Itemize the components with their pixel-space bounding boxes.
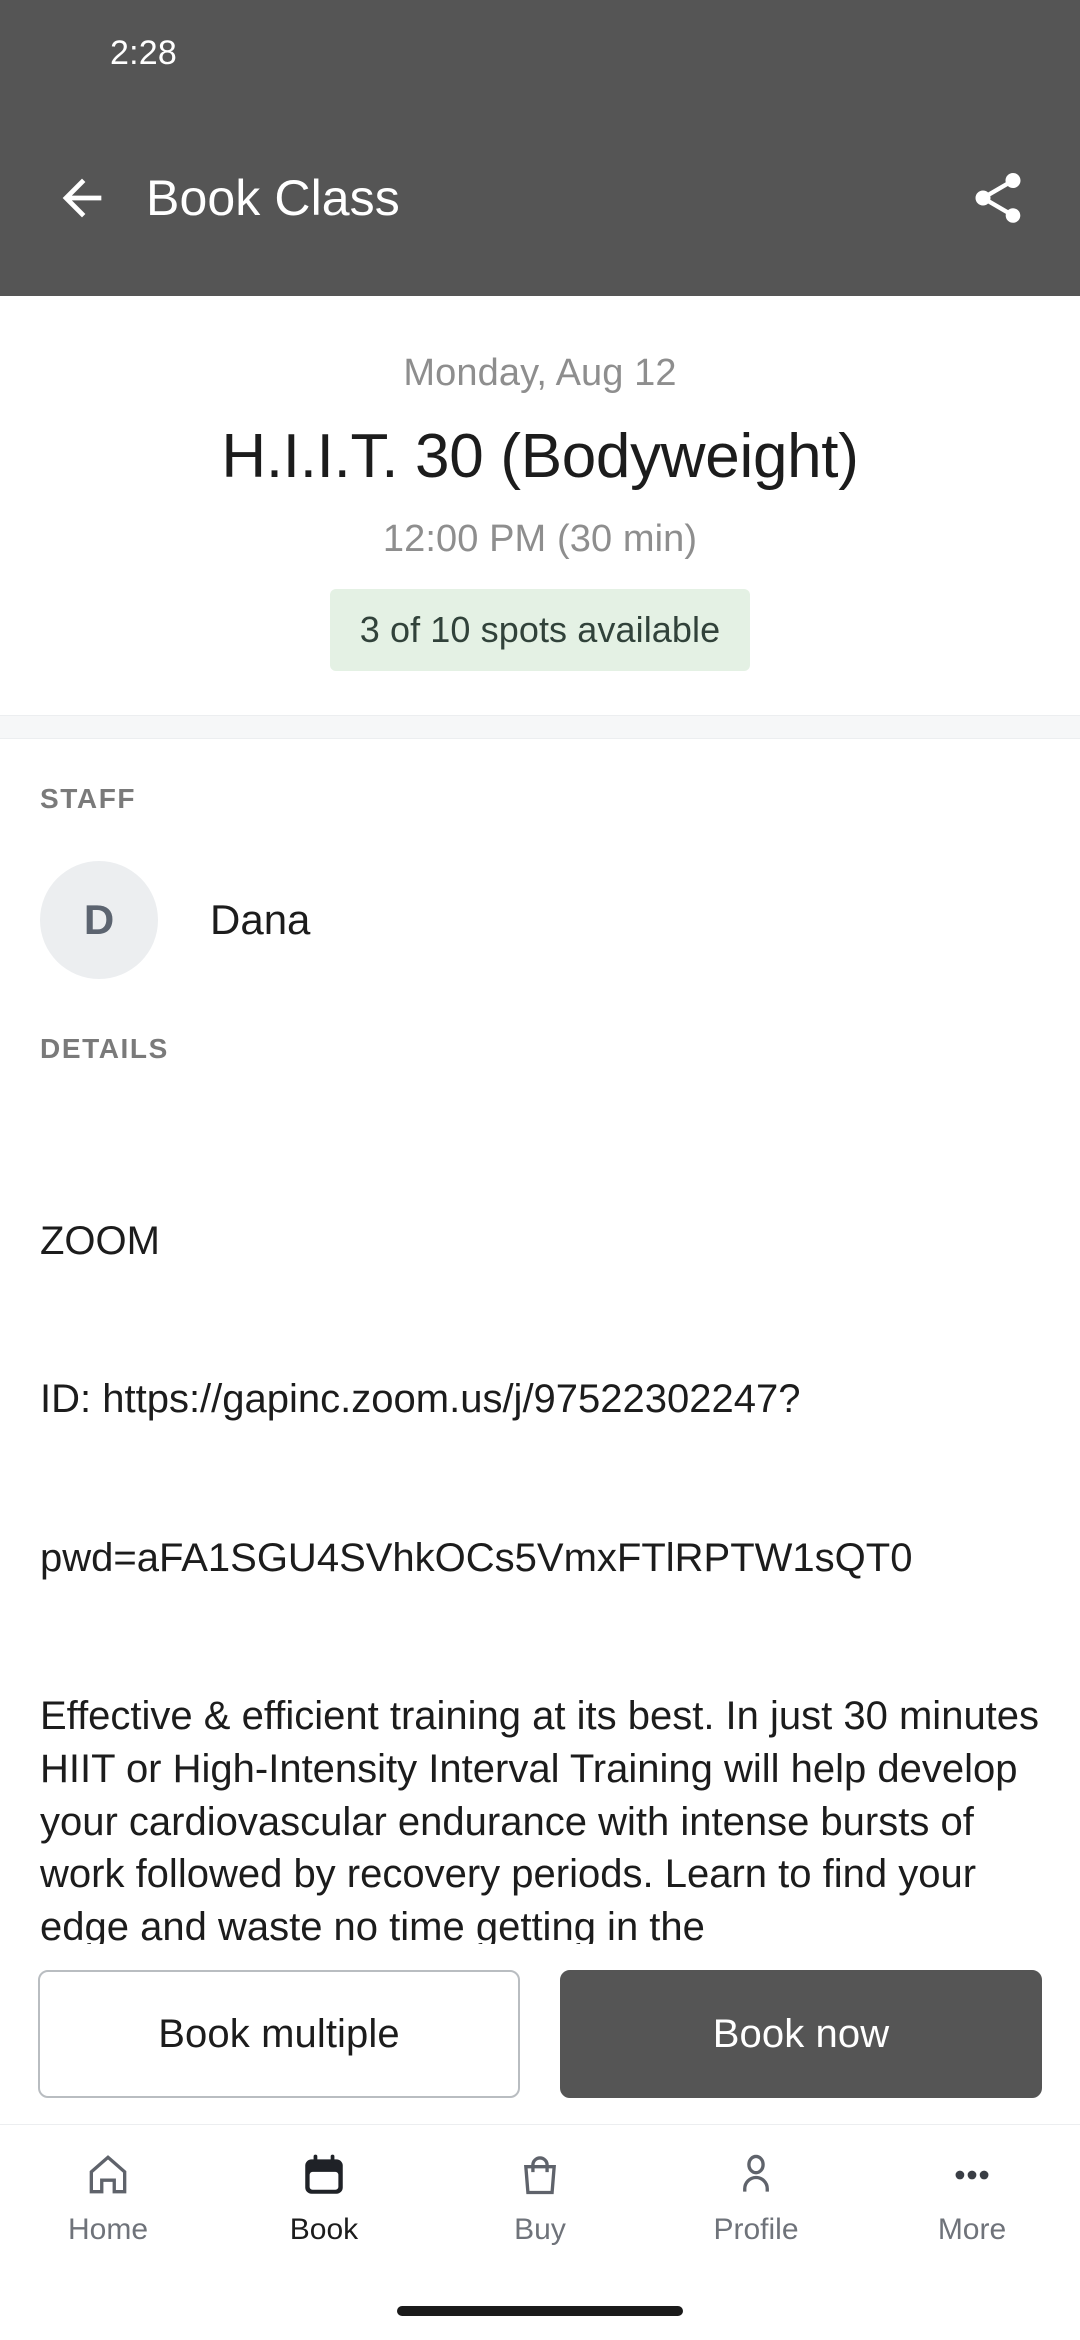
shopping-bag-icon: [515, 2147, 565, 2203]
content-scroll-area[interactable]: Monday, Aug 12 H.I.I.T. 30 (Bodyweight) …: [0, 296, 1080, 1944]
book-now-button[interactable]: Book now: [560, 1970, 1042, 2098]
share-button[interactable]: [960, 160, 1036, 236]
details-section: DETAILS ZOOM ID: https://gapinc.zoom.us/…: [0, 979, 1080, 1944]
book-multiple-button[interactable]: Book multiple: [38, 1970, 520, 2098]
availability-badge: 3 of 10 spots available: [329, 589, 751, 672]
calendar-icon: [299, 2147, 349, 2203]
avatar: D: [40, 861, 158, 980]
staff-section: STAFF D Dana: [0, 739, 1080, 980]
share-icon: [975, 173, 1021, 223]
status-clock: 2:28: [110, 33, 177, 72]
details-section-label: DETAILS: [40, 1033, 169, 1065]
staff-name: Dana: [210, 896, 311, 944]
details-line-meeting-id: ID: https://gapinc.zoom.us/j/97522302247…: [40, 1377, 801, 1422]
nav-item-profile[interactable]: Profile: [648, 2147, 864, 2247]
nav-item-home[interactable]: Home: [0, 2147, 216, 2247]
nav-item-buy[interactable]: Buy: [432, 2147, 648, 2247]
gesture-navigation-area: [0, 2282, 1080, 2340]
action-bar: Book multiple Book now: [0, 1944, 1080, 2124]
gesture-pill[interactable]: [397, 2306, 683, 2316]
nav-label-more: More: [937, 2213, 1007, 2246]
section-divider: [0, 715, 1080, 740]
details-line-zoom: ZOOM: [40, 1218, 160, 1263]
person-icon: [731, 2147, 781, 2203]
arrow-left-icon: [62, 178, 102, 218]
staff-section-label: STAFF: [40, 783, 137, 815]
app-bar: Book Class: [0, 100, 1080, 296]
back-button[interactable]: [44, 160, 120, 236]
nav-label-profile: Profile: [713, 2213, 799, 2246]
class-time: 12:00 PM (30 min): [382, 518, 698, 561]
home-icon: [83, 2147, 133, 2203]
more-dots-icon: [947, 2147, 997, 2203]
nav-item-book[interactable]: Book: [216, 2147, 432, 2247]
nav-label-book: Book: [289, 2213, 359, 2246]
nav-label-home: Home: [67, 2213, 149, 2246]
class-title: H.I.I.T. 30 (Bodyweight): [221, 422, 859, 491]
details-description: Effective & efficient training at its be…: [40, 1694, 1051, 1944]
status-bar: 2:28: [0, 0, 1080, 100]
page-title: Book Class: [146, 170, 400, 226]
details-line-password: pwd=aFA1SGU4SVhkOCs5VmxFTlRPTW1sQT0: [40, 1535, 913, 1580]
class-header: Monday, Aug 12 H.I.I.T. 30 (Bodyweight) …: [0, 296, 1080, 716]
nav-label-buy: Buy: [514, 2213, 566, 2246]
class-date: Monday, Aug 12: [403, 352, 677, 394]
staff-row[interactable]: D Dana: [40, 861, 1040, 980]
details-text: ZOOM ID: https://gapinc.zoom.us/j/975223…: [40, 1109, 1040, 1944]
app-screen: 2:28 Book Class Monday, Aug 12 H.I.I.T. …: [0, 0, 1080, 2340]
bottom-navigation: Home Book Buy Profile More: [0, 2124, 1080, 2282]
nav-item-more[interactable]: More: [864, 2147, 1080, 2247]
